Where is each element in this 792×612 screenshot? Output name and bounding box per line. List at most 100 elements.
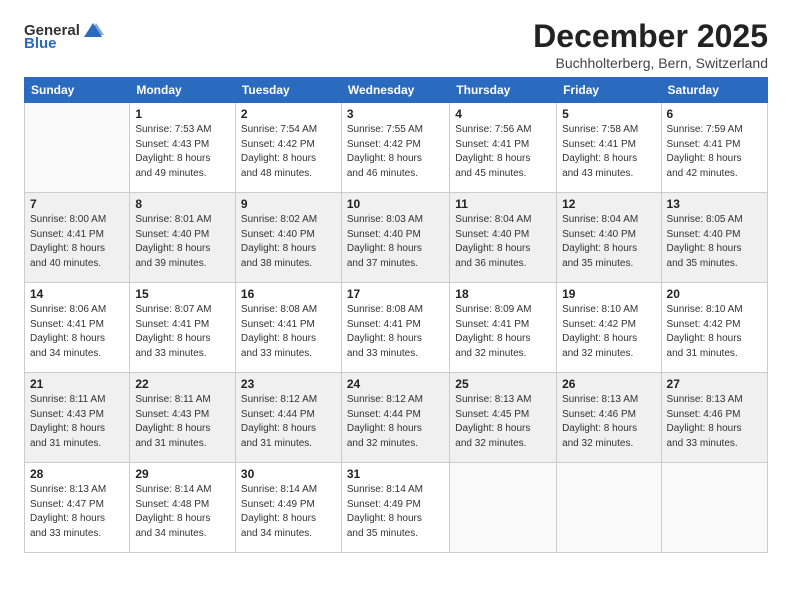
day-info: Sunrise: 8:14 AM Sunset: 4:49 PM Dayligh… xyxy=(347,483,444,541)
day-number: 5 xyxy=(562,107,655,121)
day-number: 28 xyxy=(30,467,124,481)
table-row: 6 Sunrise: 7:59 AM Sunset: 4:41 PM Daylig… xyxy=(661,103,767,193)
table-row: 31 Sunrise: 8:14 AM Sunset: 4:49 PM Dayli… xyxy=(341,463,449,553)
col-monday: Monday xyxy=(130,78,236,103)
table-row: 7 Sunrise: 8:00 AM Sunset: 4:41 PM Daylig… xyxy=(25,193,130,283)
day-number: 21 xyxy=(30,377,124,391)
col-sunday: Sunday xyxy=(25,78,130,103)
day-info: Sunrise: 8:13 AM Sunset: 4:46 PM Dayligh… xyxy=(667,393,762,451)
day-number: 17 xyxy=(347,287,444,301)
day-info: Sunrise: 8:10 AM Sunset: 4:42 PM Dayligh… xyxy=(562,303,655,361)
day-number: 16 xyxy=(241,287,336,301)
table-row: 27 Sunrise: 8:13 AM Sunset: 4:46 PM Dayli… xyxy=(661,373,767,463)
day-number: 31 xyxy=(347,467,444,481)
day-number: 24 xyxy=(347,377,444,391)
day-number: 8 xyxy=(135,197,230,211)
day-number: 26 xyxy=(562,377,655,391)
table-row: 25 Sunrise: 8:13 AM Sunset: 4:45 PM Dayli… xyxy=(450,373,557,463)
day-number: 11 xyxy=(455,197,551,211)
day-number: 22 xyxy=(135,377,230,391)
day-number: 3 xyxy=(347,107,444,121)
table-row xyxy=(661,463,767,553)
day-info: Sunrise: 8:08 AM Sunset: 4:41 PM Dayligh… xyxy=(241,303,336,361)
day-info: Sunrise: 8:02 AM Sunset: 4:40 PM Dayligh… xyxy=(241,213,336,271)
day-info: Sunrise: 8:11 AM Sunset: 4:43 PM Dayligh… xyxy=(30,393,124,451)
day-number: 2 xyxy=(241,107,336,121)
day-number: 12 xyxy=(562,197,655,211)
day-number: 20 xyxy=(667,287,762,301)
day-info: Sunrise: 8:07 AM Sunset: 4:41 PM Dayligh… xyxy=(135,303,230,361)
day-number: 7 xyxy=(30,197,124,211)
day-info: Sunrise: 8:10 AM Sunset: 4:42 PM Dayligh… xyxy=(667,303,762,361)
logo-blue: Blue xyxy=(24,35,57,52)
day-info: Sunrise: 8:13 AM Sunset: 4:46 PM Dayligh… xyxy=(562,393,655,451)
table-row: 30 Sunrise: 8:14 AM Sunset: 4:49 PM Dayli… xyxy=(235,463,341,553)
header: General Blue December 2025 Buchholterber… xyxy=(24,18,768,71)
table-row: 9 Sunrise: 8:02 AM Sunset: 4:40 PM Daylig… xyxy=(235,193,341,283)
title-area: December 2025 Buchholterberg, Bern, Swit… xyxy=(533,18,768,71)
day-number: 29 xyxy=(135,467,230,481)
day-info: Sunrise: 8:06 AM Sunset: 4:41 PM Dayligh… xyxy=(30,303,124,361)
page: General Blue December 2025 Buchholterber… xyxy=(0,0,792,565)
table-row: 28Sunrise: 8:13 AM Sunset: 4:47 PM Dayli… xyxy=(25,463,130,553)
table-row: 8 Sunrise: 8:01 AM Sunset: 4:40 PM Daylig… xyxy=(130,193,236,283)
day-info: Sunrise: 8:08 AM Sunset: 4:41 PM Dayligh… xyxy=(347,303,444,361)
table-row: 3Sunrise: 7:55 AM Sunset: 4:42 PM Daylig… xyxy=(341,103,449,193)
table-row: 16 Sunrise: 8:08 AM Sunset: 4:41 PM Dayli… xyxy=(235,283,341,373)
calendar-week-row: 14Sunrise: 8:06 AM Sunset: 4:41 PM Dayli… xyxy=(25,283,768,373)
col-wednesday: Wednesday xyxy=(341,78,449,103)
day-number: 27 xyxy=(667,377,762,391)
day-info: Sunrise: 8:01 AM Sunset: 4:40 PM Dayligh… xyxy=(135,213,230,271)
table-row: 5 Sunrise: 7:58 AM Sunset: 4:41 PM Daylig… xyxy=(557,103,661,193)
calendar-header-row: Sunday Monday Tuesday Wednesday Thursday… xyxy=(25,78,768,103)
day-info: Sunrise: 8:14 AM Sunset: 4:48 PM Dayligh… xyxy=(135,483,230,541)
table-row: 13Sunrise: 8:05 AM Sunset: 4:40 PM Dayli… xyxy=(661,193,767,283)
day-info: Sunrise: 8:09 AM Sunset: 4:41 PM Dayligh… xyxy=(455,303,551,361)
day-info: Sunrise: 8:04 AM Sunset: 4:40 PM Dayligh… xyxy=(455,213,551,271)
table-row: 2 Sunrise: 7:54 AM Sunset: 4:42 PM Daylig… xyxy=(235,103,341,193)
table-row: 19 Sunrise: 8:10 AM Sunset: 4:42 PM Dayli… xyxy=(557,283,661,373)
day-number: 25 xyxy=(455,377,551,391)
table-row: 21 Sunrise: 8:11 AM Sunset: 4:43 PM Dayli… xyxy=(25,373,130,463)
table-row xyxy=(450,463,557,553)
col-friday: Friday xyxy=(557,78,661,103)
col-tuesday: Tuesday xyxy=(235,78,341,103)
table-row: 12 Sunrise: 8:04 AM Sunset: 4:40 PM Dayli… xyxy=(557,193,661,283)
day-info: Sunrise: 8:13 AM Sunset: 4:45 PM Dayligh… xyxy=(455,393,551,451)
day-number: 19 xyxy=(562,287,655,301)
day-number: 18 xyxy=(455,287,551,301)
month-title: December 2025 xyxy=(533,18,768,55)
day-info: Sunrise: 8:04 AM Sunset: 4:40 PM Dayligh… xyxy=(562,213,655,271)
table-row: 23 Sunrise: 8:12 AM Sunset: 4:44 PM Dayli… xyxy=(235,373,341,463)
day-number: 4 xyxy=(455,107,551,121)
day-number: 30 xyxy=(241,467,336,481)
day-number: 23 xyxy=(241,377,336,391)
col-thursday: Thursday xyxy=(450,78,557,103)
table-row: 20 Sunrise: 8:10 AM Sunset: 4:42 PM Dayli… xyxy=(661,283,767,373)
logo-icon xyxy=(82,21,104,39)
table-row: 22Sunrise: 8:11 AM Sunset: 4:43 PM Dayli… xyxy=(130,373,236,463)
day-info: Sunrise: 7:58 AM Sunset: 4:41 PM Dayligh… xyxy=(562,123,655,181)
col-saturday: Saturday xyxy=(661,78,767,103)
day-info: Sunrise: 7:54 AM Sunset: 4:42 PM Dayligh… xyxy=(241,123,336,181)
table-row xyxy=(557,463,661,553)
calendar-week-row: 7 Sunrise: 8:00 AM Sunset: 4:41 PM Daylig… xyxy=(25,193,768,283)
calendar-week-row: 28Sunrise: 8:13 AM Sunset: 4:47 PM Dayli… xyxy=(25,463,768,553)
day-info: Sunrise: 7:59 AM Sunset: 4:41 PM Dayligh… xyxy=(667,123,762,181)
day-info: Sunrise: 7:56 AM Sunset: 4:41 PM Dayligh… xyxy=(455,123,551,181)
table-row: 17 Sunrise: 8:08 AM Sunset: 4:41 PM Dayli… xyxy=(341,283,449,373)
day-info: Sunrise: 8:03 AM Sunset: 4:40 PM Dayligh… xyxy=(347,213,444,271)
calendar-week-row: 1 Sunrise: 7:53 AM Sunset: 4:43 PM Daylig… xyxy=(25,103,768,193)
day-number: 6 xyxy=(667,107,762,121)
table-row: 10Sunrise: 8:03 AM Sunset: 4:40 PM Dayli… xyxy=(341,193,449,283)
day-info: Sunrise: 7:53 AM Sunset: 4:43 PM Dayligh… xyxy=(135,123,230,181)
table-row: 29 Sunrise: 8:14 AM Sunset: 4:48 PM Dayli… xyxy=(130,463,236,553)
table-row: 14Sunrise: 8:06 AM Sunset: 4:41 PM Dayli… xyxy=(25,283,130,373)
day-number: 1 xyxy=(135,107,230,121)
table-row: 11 Sunrise: 8:04 AM Sunset: 4:40 PM Dayli… xyxy=(450,193,557,283)
day-number: 9 xyxy=(241,197,336,211)
table-row: 15Sunrise: 8:07 AM Sunset: 4:41 PM Dayli… xyxy=(130,283,236,373)
day-info: Sunrise: 8:14 AM Sunset: 4:49 PM Dayligh… xyxy=(241,483,336,541)
day-info: Sunrise: 8:12 AM Sunset: 4:44 PM Dayligh… xyxy=(241,393,336,451)
day-info: Sunrise: 8:00 AM Sunset: 4:41 PM Dayligh… xyxy=(30,213,124,271)
